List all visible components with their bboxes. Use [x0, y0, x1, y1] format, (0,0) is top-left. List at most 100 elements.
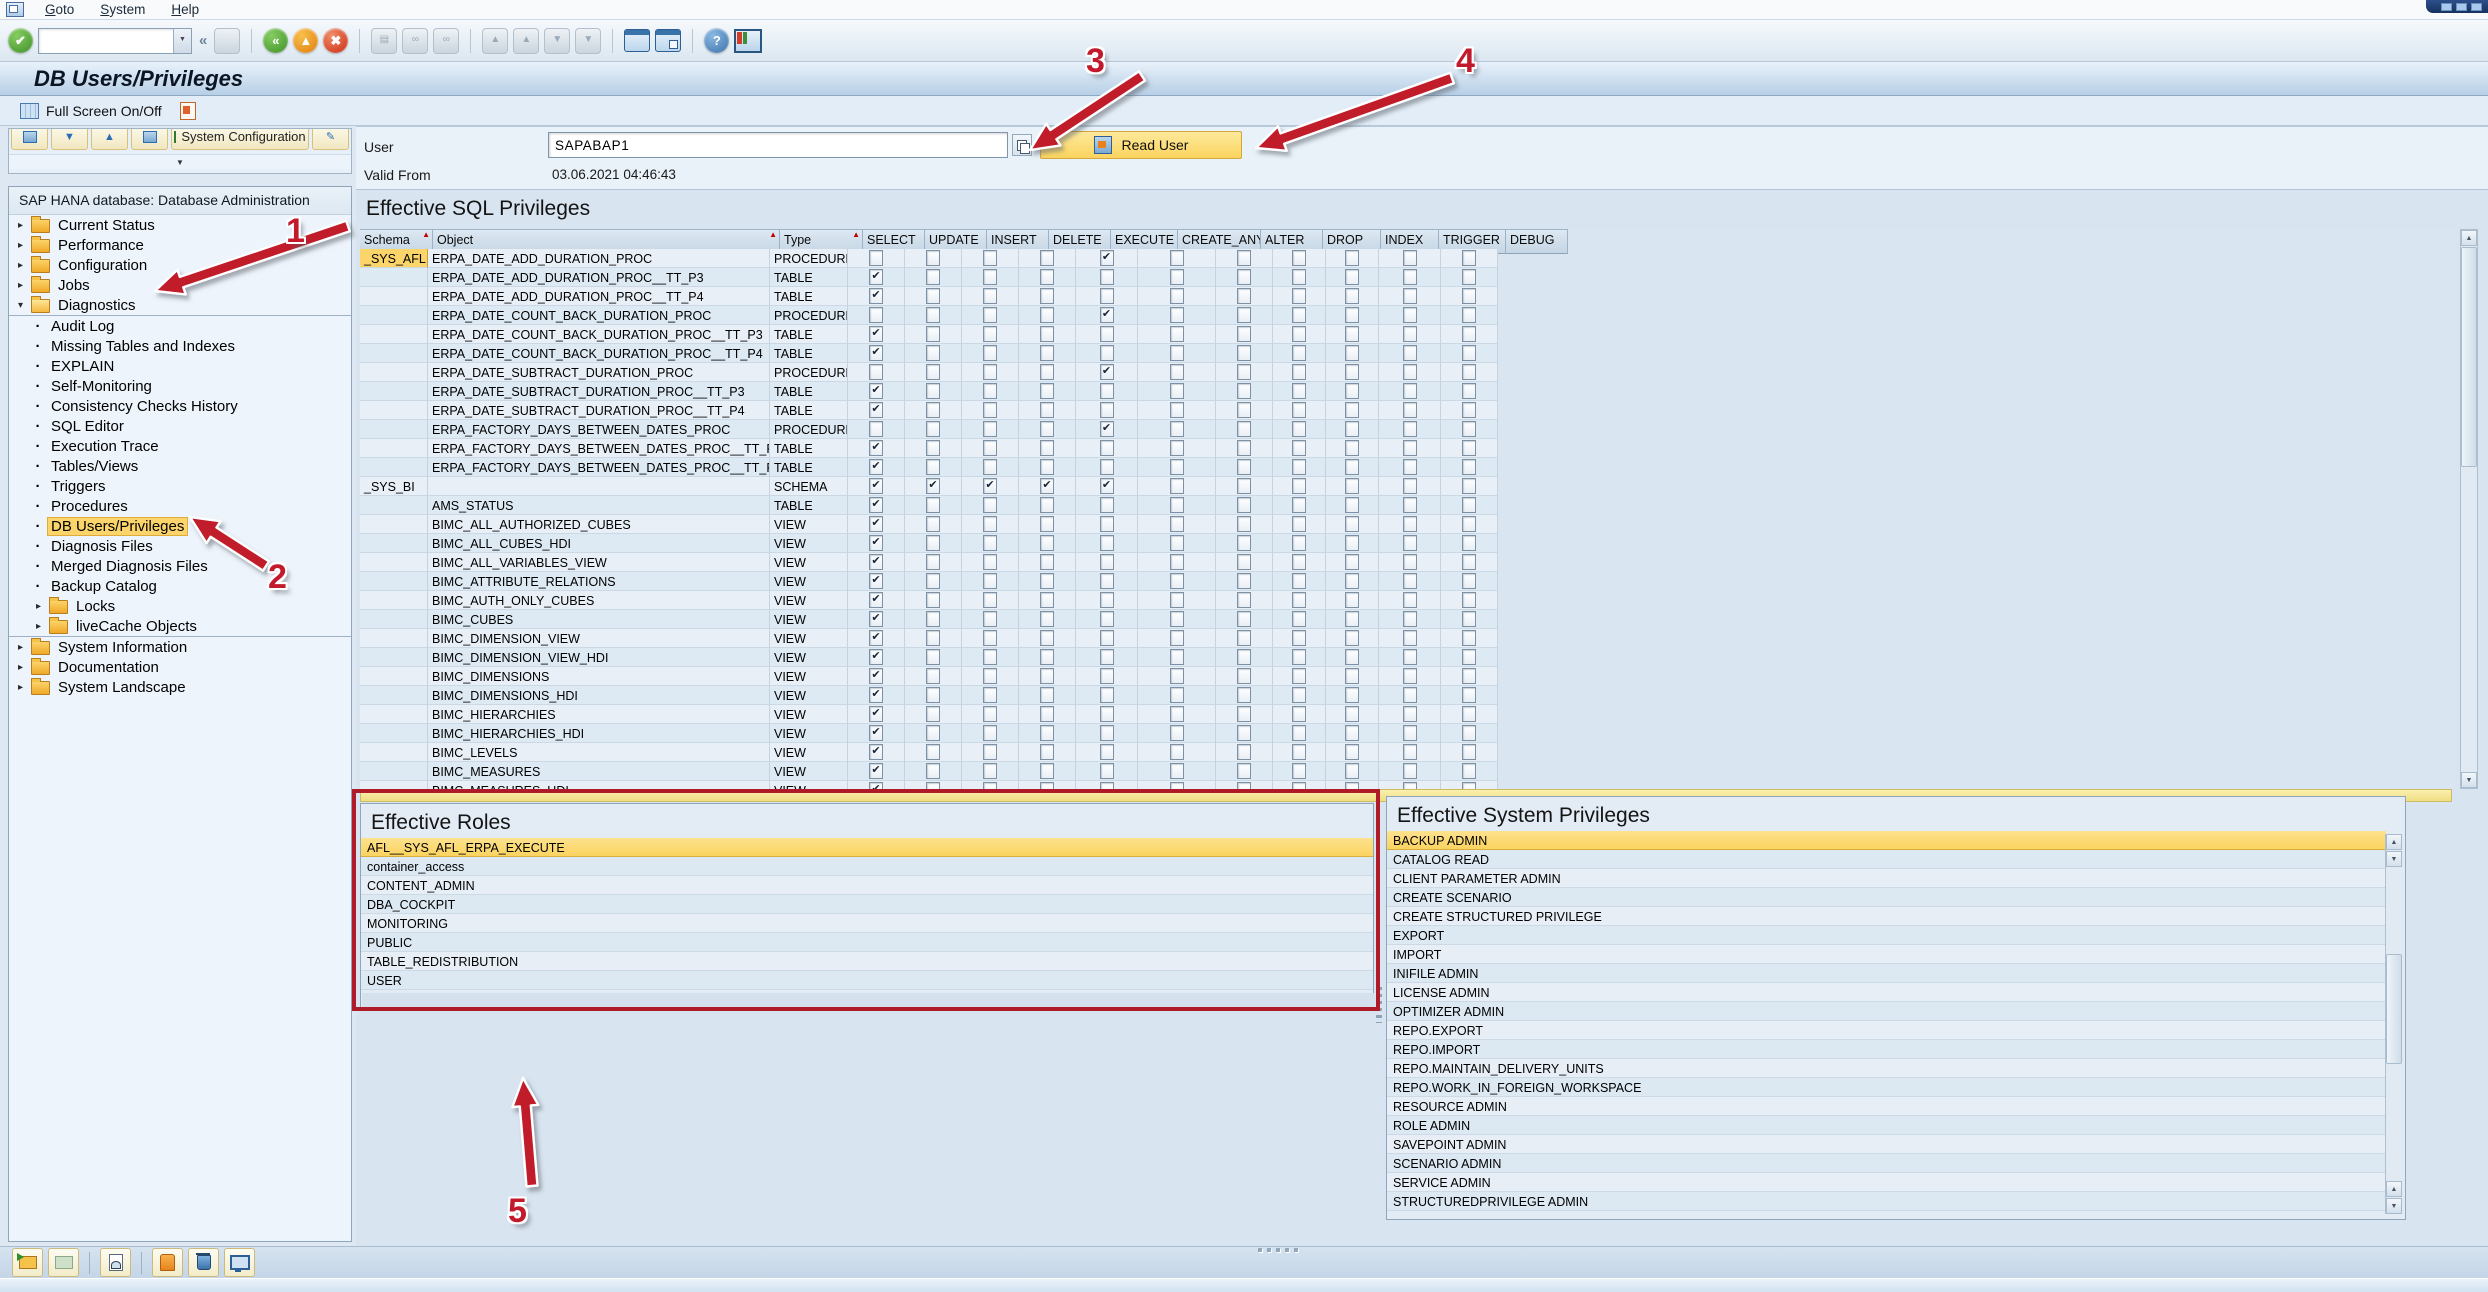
checkbox[interactable]: [1170, 554, 1184, 570]
checkbox[interactable]: [1403, 611, 1417, 627]
checkbox[interactable]: [1237, 668, 1251, 684]
sort-ascending-icon[interactable]: ▲: [91, 128, 128, 150]
sidebar-item-diagnostics[interactable]: ▾Diagnostics: [9, 295, 351, 315]
sidebar-item-backup-catalog[interactable]: ·Backup Catalog: [9, 576, 351, 596]
sidebar-item-execution-trace[interactable]: ·Execution Trace: [9, 436, 351, 456]
checkbox[interactable]: [983, 763, 997, 779]
checkbox[interactable]: [1170, 516, 1184, 532]
scroll-down-icon[interactable]: ▼: [2386, 1198, 2402, 1214]
checkbox[interactable]: [1100, 402, 1114, 418]
checkbox[interactable]: [1462, 402, 1476, 418]
checkbox[interactable]: [926, 744, 940, 760]
panel-splitter[interactable]: [1376, 987, 1382, 1023]
checkbox[interactable]: [1345, 402, 1359, 418]
checkbox[interactable]: ✔: [926, 478, 940, 494]
checkbox[interactable]: [926, 706, 940, 722]
schema-cell[interactable]: [360, 268, 428, 287]
twisty-icon[interactable]: ▸: [33, 621, 44, 632]
checkbox[interactable]: [1292, 611, 1306, 627]
checkbox[interactable]: [1100, 497, 1114, 513]
schema-cell[interactable]: [360, 496, 428, 515]
checkbox[interactable]: [1292, 402, 1306, 418]
checkbox[interactable]: [1345, 516, 1359, 532]
layout-icon[interactable]: [11, 128, 48, 150]
table-row[interactable]: BIMC_HIERARCHIESVIEW✔: [360, 705, 1498, 724]
horizontal-splitter-handle[interactable]: [1258, 1248, 1298, 1252]
checkbox[interactable]: ✔: [1100, 307, 1114, 323]
checkbox[interactable]: [1040, 421, 1054, 437]
checkbox[interactable]: ✔: [869, 744, 883, 760]
checkbox[interactable]: ✔: [869, 763, 883, 779]
views-icon[interactable]: [131, 128, 168, 150]
table-row[interactable]: BIMC_ALL_AUTHORIZED_CUBESVIEW✔: [360, 515, 1498, 534]
checkbox[interactable]: [1170, 383, 1184, 399]
menu-item-help[interactable]: Help: [158, 2, 212, 17]
close-object-icon[interactable]: [48, 1248, 79, 1277]
checkbox[interactable]: [1237, 611, 1251, 627]
checkbox[interactable]: [1040, 687, 1054, 703]
change-display-icon[interactable]: [180, 102, 196, 120]
checkbox[interactable]: [1403, 459, 1417, 475]
checkbox[interactable]: [1237, 383, 1251, 399]
checkbox[interactable]: [926, 307, 940, 323]
checkbox[interactable]: [1237, 250, 1251, 266]
object-cell[interactable]: ERPA_DATE_COUNT_BACK_DURATION_PROC__TT_P…: [428, 325, 770, 344]
checkbox[interactable]: [1403, 554, 1417, 570]
checkbox[interactable]: [926, 649, 940, 665]
checkbox[interactable]: [1292, 554, 1306, 570]
type-cell[interactable]: PROCEDURE: [770, 420, 848, 439]
checkbox[interactable]: [983, 630, 997, 646]
schema-cell[interactable]: [360, 610, 428, 629]
checkbox[interactable]: [1462, 706, 1476, 722]
schema-cell[interactable]: [360, 743, 428, 762]
checkbox[interactable]: [983, 782, 997, 789]
checkbox[interactable]: [926, 364, 940, 380]
type-cell[interactable]: VIEW: [770, 534, 848, 553]
type-cell[interactable]: PROCEDURE: [770, 249, 848, 268]
checkbox[interactable]: [926, 345, 940, 361]
type-cell[interactable]: TABLE: [770, 344, 848, 363]
checkbox[interactable]: [1403, 383, 1417, 399]
checkbox[interactable]: [1237, 554, 1251, 570]
checkbox[interactable]: [1237, 307, 1251, 323]
checkbox[interactable]: [926, 288, 940, 304]
checkbox[interactable]: [1462, 725, 1476, 741]
schema-cell[interactable]: [360, 344, 428, 363]
checkbox[interactable]: [1462, 630, 1476, 646]
checkbox[interactable]: [1100, 554, 1114, 570]
table-row[interactable]: _SYS_BISCHEMA✔✔✔✔✔: [360, 477, 1498, 496]
checkbox[interactable]: [926, 611, 940, 627]
schema-cell[interactable]: [360, 515, 428, 534]
checkbox[interactable]: [1100, 269, 1114, 285]
checkbox[interactable]: [1403, 402, 1417, 418]
checkbox[interactable]: [1403, 478, 1417, 494]
checkbox[interactable]: [1040, 250, 1054, 266]
table-row[interactable]: BIMC_AUTH_ONLY_CUBESVIEW✔: [360, 591, 1498, 610]
checkbox[interactable]: ✔: [869, 478, 883, 494]
checkbox[interactable]: [983, 459, 997, 475]
object-cell[interactable]: ERPA_FACTORY_DAYS_BETWEEN_DATES_PROC__TT…: [428, 439, 770, 458]
checkbox[interactable]: [1462, 326, 1476, 342]
type-cell[interactable]: TABLE: [770, 325, 848, 344]
table-row[interactable]: AMS_STATUSTABLE✔: [360, 496, 1498, 515]
cancel-icon[interactable]: ✖: [323, 28, 348, 53]
next-page-icon[interactable]: ▼: [544, 28, 570, 54]
table-row[interactable]: ERPA_FACTORY_DAYS_BETWEEN_DATES_PROC__TT…: [360, 458, 1498, 477]
table-row[interactable]: BIMC_DIMENSION_VIEW_HDIVIEW✔: [360, 648, 1498, 667]
schema-cell[interactable]: [360, 686, 428, 705]
checkbox[interactable]: [1170, 459, 1184, 475]
checkbox[interactable]: [1100, 573, 1114, 589]
sidebar-item-performance[interactable]: ▸Performance: [9, 235, 351, 255]
type-cell[interactable]: VIEW: [770, 686, 848, 705]
fullscreen-toggle-button[interactable]: Full Screen On/Off: [16, 101, 166, 121]
checkbox[interactable]: [1292, 459, 1306, 475]
object-cell[interactable]: ERPA_FACTORY_DAYS_BETWEEN_DATES_PROC: [428, 420, 770, 439]
print-icon[interactable]: ▤: [371, 28, 397, 54]
scroll-down-icon[interactable]: ▼: [2461, 772, 2477, 788]
checkbox[interactable]: [983, 269, 997, 285]
checkbox[interactable]: [1403, 345, 1417, 361]
schema-cell[interactable]: [360, 572, 428, 591]
checkbox[interactable]: [1170, 744, 1184, 760]
system-privilege-row[interactable]: INIFILE ADMIN: [1387, 964, 2386, 983]
checkbox[interactable]: [1345, 649, 1359, 665]
